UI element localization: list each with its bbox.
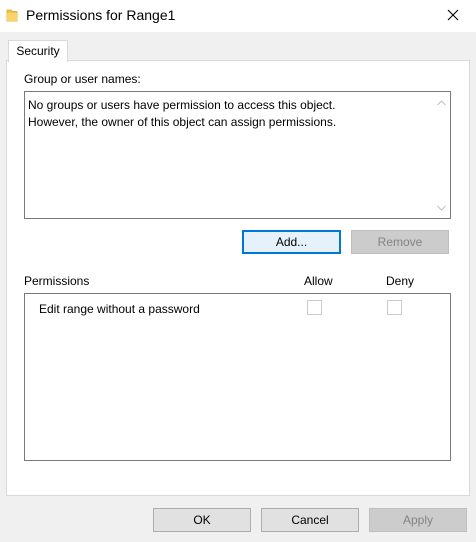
vertical-scrollbar[interactable] xyxy=(433,92,450,218)
tab-security[interactable]: Security xyxy=(8,40,68,62)
permissions-list: Edit range without a password xyxy=(24,293,451,461)
message-line-1: No groups or users have permission to ac… xyxy=(28,98,336,112)
allow-column-header: Allow xyxy=(304,274,333,288)
remove-button[interactable]: Remove xyxy=(351,230,449,254)
ok-button[interactable]: OK xyxy=(153,508,251,532)
permissions-header: Permissions xyxy=(24,274,90,288)
deny-checkbox[interactable] xyxy=(387,300,402,315)
close-icon xyxy=(447,9,459,24)
apply-button[interactable]: Apply xyxy=(369,508,467,532)
message-line-2: However, the owner of this object can as… xyxy=(28,115,337,129)
window-title: Permissions for Range1 xyxy=(26,7,176,23)
close-button[interactable] xyxy=(430,0,476,32)
deny-column-header: Deny xyxy=(386,274,415,288)
allow-checkbox[interactable] xyxy=(307,300,322,315)
cancel-button[interactable]: Cancel xyxy=(261,508,359,532)
permission-row-label: Edit range without a password xyxy=(39,302,200,316)
add-button[interactable]: Add... xyxy=(242,230,341,254)
group-names-label: Group or user names: xyxy=(24,72,141,86)
scroll-up-arrow-icon[interactable] xyxy=(433,94,450,111)
title-bar: Permissions for Range1 xyxy=(0,0,476,32)
group-names-list[interactable]: No groups or users have permission to ac… xyxy=(24,91,451,219)
empty-list-message: No groups or users have permission to ac… xyxy=(28,97,428,131)
scroll-down-arrow-icon[interactable] xyxy=(433,199,450,216)
folder-icon xyxy=(6,8,18,22)
